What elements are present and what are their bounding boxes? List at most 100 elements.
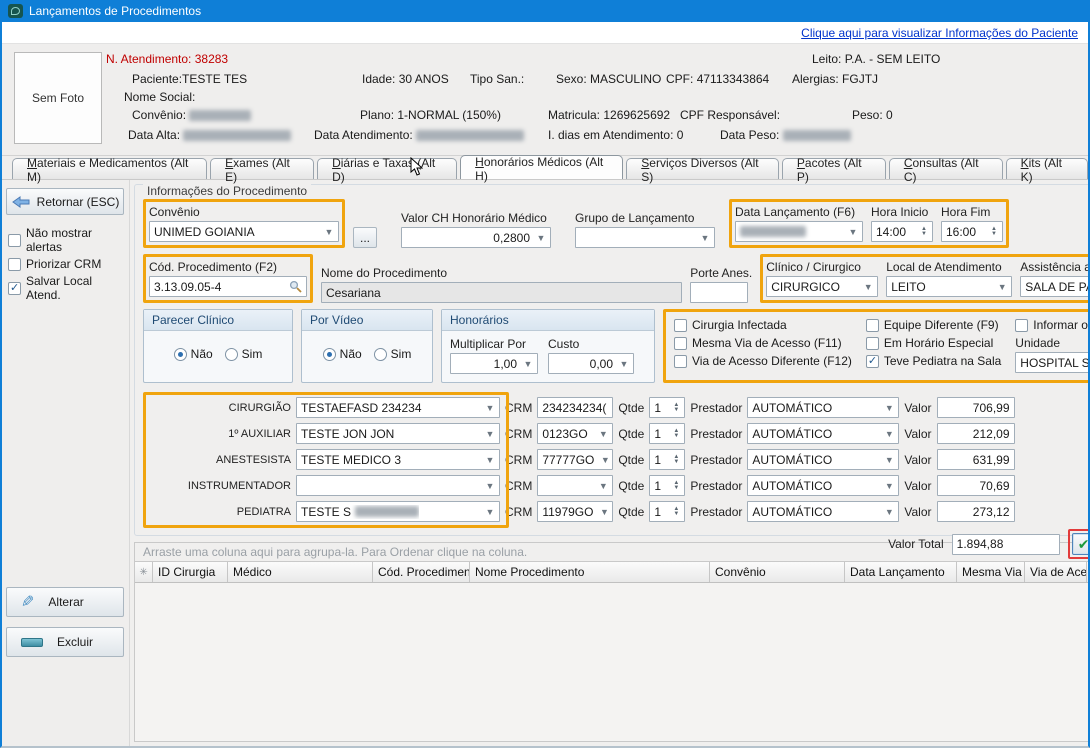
clinico-cirurgico-combo[interactable]: CIRURGICO ▼ [766, 276, 878, 297]
radio-icon [225, 348, 238, 361]
multiplicar-field[interactable]: 1,00 ▼ [450, 353, 538, 374]
valor-value: 631,99 [973, 453, 1010, 467]
grid-column-mesma-via[interactable]: Mesma Via ( [957, 562, 1025, 582]
radio-label: Não [340, 347, 362, 361]
crm-label: CRM [505, 427, 532, 441]
custo-field[interactable]: 0,00 ▼ [548, 353, 634, 374]
excluir-button[interactable]: Excluir [6, 627, 124, 657]
grid-column-cod-procedimento[interactable]: Cód. Procedimento [373, 562, 470, 582]
qtde-spinner[interactable]: 1 ▲▼ [649, 397, 685, 418]
crm-combo[interactable]: 234234234( ▼ [537, 397, 613, 418]
tab[interactable]: Kits (Alt K) [1006, 158, 1088, 179]
honorarios-title: Honorários [442, 310, 654, 331]
crm-combo[interactable]: 77777GO ▼ [537, 449, 613, 470]
qtde-spinner[interactable]: 1 ▲▼ [649, 501, 685, 522]
sidebar-checkbox[interactable]: Priorizar CRM [8, 257, 125, 271]
doctor-name-combo[interactable]: TESTE MEDICO 3 ▼ [296, 449, 500, 470]
alergias-field: Alergias: FGJTJ [792, 72, 878, 86]
crm-combo[interactable]: ▼ [537, 475, 613, 496]
grid-column-medico[interactable]: Médico [228, 562, 373, 582]
alterar-button[interactable]: ✎ Alterar [6, 587, 124, 617]
unidade-combo[interactable]: HOSPITAL SQL - MATRIZ ▼ [1015, 352, 1090, 373]
qtde-spinner[interactable]: 1 ▲▼ [649, 449, 685, 470]
highlight-convenio: Convênio UNIMED GOIANIA ▼ [143, 199, 345, 248]
doctor-name-combo[interactable]: ▼ [296, 475, 500, 496]
qtde-spinner[interactable]: 1 ▲▼ [649, 475, 685, 496]
valor-input[interactable]: 70,69 [937, 475, 1015, 496]
video-sim-radio[interactable]: Sim [374, 347, 412, 361]
doctor-name-combo[interactable]: TESTE S ▼ [296, 501, 500, 522]
grid-body[interactable] [135, 583, 1090, 741]
doctor-name-combo[interactable]: TESTE JON JON ▼ [296, 423, 500, 444]
crm-combo[interactable]: 0123GO ▼ [537, 423, 613, 444]
convenio-combo[interactable]: UNIMED GOIANIA ▼ [149, 221, 339, 242]
prestador-combo[interactable]: AUTOMÁTICO ▼ [747, 449, 899, 470]
sidebar-checkbox[interactable]: Salvar Local Atend. [8, 274, 125, 302]
tab[interactable]: Exames (Alt E) [210, 158, 314, 179]
sidebar-checkbox[interactable]: Não mostrar alertas [8, 226, 125, 254]
porte-anes-input[interactable] [690, 282, 748, 303]
valor-input[interactable]: 212,09 [937, 423, 1015, 444]
valor-value: 70,69 [979, 479, 1009, 493]
surgery-flags-col2: Equipe Diferente (F9) Em Horário Especia… [866, 314, 1001, 378]
surgery-flag-checkbox[interactable]: Informar o Valor da Cirurgia [1015, 318, 1090, 332]
grid-column-convenio[interactable]: Convênio [710, 562, 845, 582]
doctor-name-value: TESTE S [301, 505, 351, 519]
checkbox-label: Priorizar CRM [26, 257, 101, 271]
local-atendimento-combo[interactable]: LEITO ▼ [886, 276, 1012, 297]
browse-convenio-button[interactable]: ... [353, 227, 377, 248]
cod-procedimento-input[interactable]: 3.13.09.05-4 [149, 276, 307, 297]
qtde-spinner[interactable]: 1 ▲▼ [649, 423, 685, 444]
tab[interactable]: Materiais e Medicamentos (Alt M) [12, 158, 207, 179]
surgery-flag-checkbox[interactable]: Em Horário Especial [866, 336, 1001, 350]
hora-inicio-spinner[interactable]: 14:00 ▲▼ [871, 221, 933, 242]
radio-label: Sim [242, 347, 263, 361]
doctor-name-combo[interactable]: TESTAEFASD 234234 ▼ [296, 397, 500, 418]
video-nao-radio[interactable]: Não [323, 347, 362, 361]
valor-total-input[interactable]: 1.894,88 [952, 534, 1060, 555]
surgery-flag-checkbox[interactable]: Equipe Diferente (F9) [866, 318, 1001, 332]
surgery-flag-checkbox[interactable]: Via de Acesso Diferente (F12) [674, 354, 852, 368]
surgery-flag-checkbox[interactable]: Teve Pediatra na Sala [866, 354, 1001, 368]
search-icon[interactable] [289, 280, 302, 293]
surgery-flag-checkbox[interactable]: Cirurgia Infectada [674, 318, 852, 332]
valor-input[interactable]: 273,12 [937, 501, 1015, 522]
custo-value: 0,00 [553, 357, 613, 371]
chevron-down-icon: ▼ [698, 233, 712, 243]
tab[interactable]: Serviços Diversos (Alt S) [626, 158, 779, 179]
prestador-combo[interactable]: AUTOMÁTICO ▼ [747, 501, 899, 522]
patient-info-link[interactable]: Clique aqui para visualizar Informações … [801, 26, 1078, 40]
prestador-combo[interactable]: AUTOMÁTICO ▼ [747, 397, 899, 418]
grid-column-via-de-acesso[interactable]: Via de Acesso [1025, 562, 1087, 582]
grid-column-id-cirurgia[interactable]: ID Cirurgia [153, 562, 228, 582]
assistencia-rn-combo[interactable]: SALA DE PARTO ▼ [1020, 276, 1090, 297]
checkbox-label: Equipe Diferente (F9) [884, 318, 999, 332]
multiplicar-value: 1,00 [455, 357, 517, 371]
crm-combo[interactable]: 11979GO ▼ [537, 501, 613, 522]
surgery-flag-checkbox[interactable]: Mesma Via de Acesso (F11) [674, 336, 852, 350]
grid-column-data-lancamento[interactable]: Data Lançamento [845, 562, 957, 582]
retornar-button[interactable]: Retornar (ESC) [6, 188, 124, 215]
pencil-icon: ✎ [21, 592, 34, 612]
hora-fim-spinner[interactable]: 16:00 ▲▼ [941, 221, 1003, 242]
valor-input[interactable]: 706,99 [937, 397, 1015, 418]
valor-input[interactable]: 631,99 [937, 449, 1015, 470]
parecer-sim-radio[interactable]: Sim [225, 347, 263, 361]
data-lancamento-combo[interactable]: ▼ [735, 221, 863, 242]
groupbox-title: Informações do Procedimento [143, 184, 311, 198]
tab[interactable]: Honorários Médicos (Alt H) [460, 155, 623, 179]
tab[interactable]: Diárias e Taxas (Alt D) [317, 158, 457, 179]
tab[interactable]: Consultas (Alt C) [889, 158, 1003, 179]
hora-fim-label: Hora Fim [941, 205, 1003, 219]
tab[interactable]: Pacotes (Alt P) [782, 158, 886, 179]
prestador-combo[interactable]: AUTOMÁTICO ▼ [747, 423, 899, 444]
salvar-button[interactable]: ✔ Salvar [1072, 533, 1090, 555]
prestador-combo[interactable]: AUTOMÁTICO ▼ [747, 475, 899, 496]
crm-label: CRM [505, 479, 532, 493]
parecer-nao-radio[interactable]: Não [174, 347, 213, 361]
valor-ch-field[interactable]: 0,2800 ▼ [401, 227, 551, 248]
content-area: Retornar (ESC) Não mostrar alertas Prior… [2, 180, 1088, 748]
form-row-3: Parecer Clínico Não Sim Por Vídeo Não Si… [143, 309, 1090, 383]
grid-column-nome-procedimento[interactable]: Nome Procedimento [470, 562, 710, 582]
grupo-lancamento-combo[interactable]: ▼ [575, 227, 715, 248]
